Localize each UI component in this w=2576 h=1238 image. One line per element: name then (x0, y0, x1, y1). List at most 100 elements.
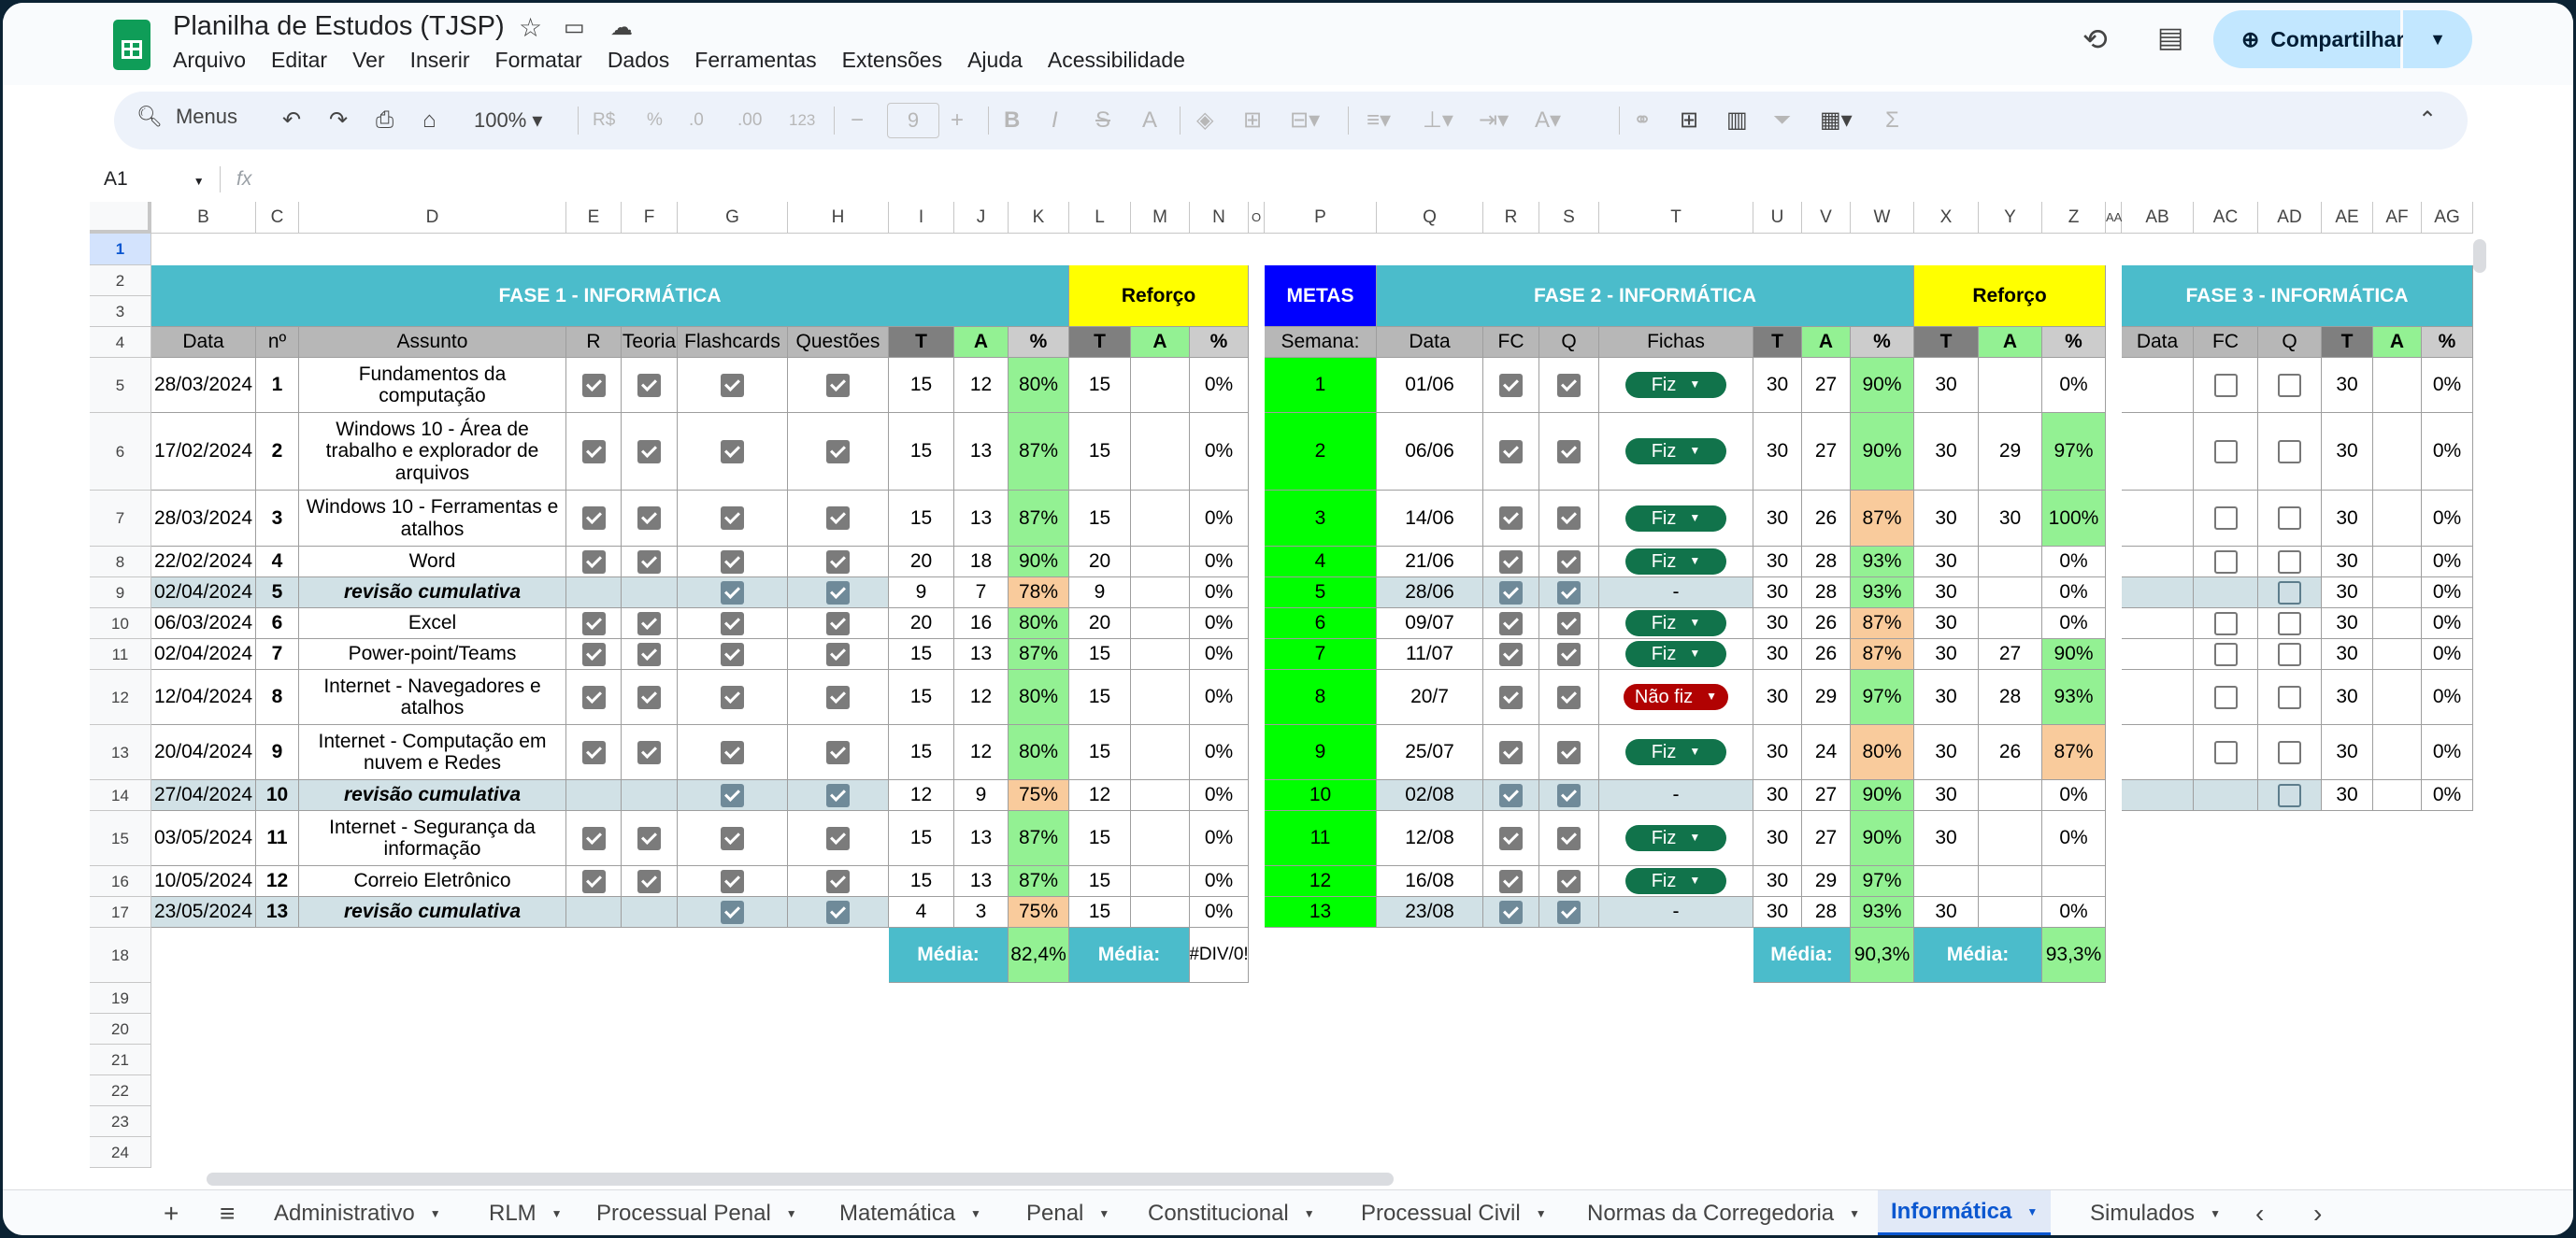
zoom-select[interactable]: 100% ▾ (474, 105, 542, 136)
checkbox[interactable] (721, 506, 744, 530)
menu-inserir[interactable]: Inserir (410, 48, 470, 73)
row-header-4[interactable]: 4 (90, 327, 151, 358)
checkbox[interactable] (2213, 439, 2238, 463)
insert-comment-icon[interactable]: ⊞ (1680, 105, 1698, 136)
add-sheet-icon[interactable]: + (164, 1190, 179, 1235)
checkbox[interactable] (826, 642, 850, 666)
row-header-15[interactable]: 15 (90, 811, 151, 866)
search-menus[interactable]: 🔍︎ Menus (136, 105, 237, 129)
checkbox[interactable] (721, 611, 744, 635)
checkbox[interactable] (1499, 439, 1523, 463)
fichas-dropdown[interactable]: Fiz ▼ (1625, 505, 1726, 532)
row-header-2[interactable]: 2 (90, 265, 151, 296)
column-header-w[interactable]: W (1851, 202, 1914, 234)
checkbox[interactable] (637, 549, 661, 574)
checkbox[interactable] (721, 826, 744, 850)
checkbox[interactable] (2278, 549, 2301, 574)
print-icon[interactable]: ⎙ (376, 105, 394, 136)
checkbox[interactable] (721, 642, 744, 666)
checkbox[interactable] (2213, 740, 2238, 764)
filter-icon[interactable]: ⏷ (1773, 105, 1791, 136)
sheet-tab-penal[interactable]: Penal ▼ (1026, 1190, 1109, 1235)
sheet-tab-processual-penal[interactable]: Processual Penal ▼ (596, 1190, 797, 1235)
checkbox[interactable] (721, 783, 744, 807)
checkbox[interactable] (826, 869, 850, 893)
checkbox[interactable] (2278, 685, 2301, 709)
checkbox[interactable] (581, 439, 606, 463)
row-header-1[interactable]: 1 (90, 234, 151, 265)
checkbox[interactable] (1557, 783, 1581, 807)
checkbox[interactable] (1499, 642, 1523, 666)
checkbox[interactable] (1557, 642, 1581, 666)
sheet-tab-administrativo[interactable]: Administrativo ▼ (274, 1190, 441, 1235)
checkbox[interactable] (581, 685, 606, 709)
sheet-tab-inform-tica[interactable]: Informática ▼ (1878, 1190, 2052, 1235)
checkbox[interactable] (1557, 549, 1581, 574)
column-header-i[interactable]: I (889, 202, 954, 234)
sheet-tab-constitucional[interactable]: Constitucional ▼ (1148, 1190, 1315, 1235)
checkbox[interactable] (826, 549, 850, 574)
sheet-tab-simulados[interactable]: Simulados ▼ (2090, 1190, 2221, 1235)
checkbox[interactable] (581, 611, 606, 635)
column-header-y[interactable]: Y (1979, 202, 2042, 234)
fichas-dropdown[interactable]: Fiz ▼ (1625, 610, 1726, 636)
checkbox[interactable] (1557, 373, 1581, 397)
row-header-13[interactable]: 13 (90, 725, 151, 780)
checkbox[interactable] (637, 506, 661, 530)
fichas-dropdown[interactable]: Fiz ▼ (1625, 372, 1726, 398)
row-header-18[interactable]: 18 (90, 928, 151, 983)
column-header-o[interactable]: O (1249, 202, 1265, 234)
row-header-14[interactable]: 14 (90, 780, 151, 811)
checkbox[interactable] (1499, 685, 1523, 709)
text-rotation-icon[interactable]: A▾ (1535, 105, 1561, 136)
row-header-9[interactable]: 9 (90, 577, 151, 608)
checkbox[interactable] (2213, 506, 2238, 530)
column-header-m[interactable]: M (1131, 202, 1190, 234)
increase-font-icon[interactable]: + (951, 105, 964, 136)
checkbox[interactable] (637, 826, 661, 850)
column-header-f[interactable]: F (622, 202, 678, 234)
redo-icon[interactable]: ↷ (329, 105, 348, 136)
menu-dados[interactable]: Dados (608, 48, 669, 73)
text-color-icon[interactable]: A (1142, 105, 1157, 136)
decrease-font-icon[interactable]: − (851, 105, 864, 136)
collapse-toolbar-icon[interactable]: ⌃ (2418, 105, 2437, 136)
scroll-tabs-right-icon[interactable]: › (2313, 1190, 2322, 1235)
checkbox[interactable] (1557, 685, 1581, 709)
column-header-l[interactable]: L (1069, 202, 1131, 234)
column-header-k[interactable]: K (1009, 202, 1069, 234)
sheet-tab-normas-da-corregedoria[interactable]: Normas da Corregedoria ▼ (1587, 1190, 1860, 1235)
history-icon[interactable]: ⟲ (2082, 21, 2108, 57)
checkbox[interactable] (826, 685, 850, 709)
decrease-decimal-button[interactable]: .0 (689, 105, 704, 136)
fichas-dropdown[interactable]: Fiz ▼ (1625, 438, 1726, 464)
comments-icon[interactable]: ▤ (2157, 21, 2183, 54)
column-header-x[interactable]: X (1914, 202, 1979, 234)
fichas-dropdown[interactable]: Fiz ▼ (1625, 641, 1726, 667)
checkbox[interactable] (721, 740, 744, 764)
checkbox[interactable] (1499, 506, 1523, 530)
checkbox[interactable] (1557, 740, 1581, 764)
checkbox[interactable] (1499, 869, 1523, 893)
checkbox[interactable] (1499, 549, 1523, 574)
strikethrough-icon[interactable]: S (1095, 105, 1110, 136)
paint-format-icon[interactable]: ⌂ (422, 105, 436, 136)
vertical-scrollbar[interactable] (2473, 239, 2486, 273)
checkbox[interactable] (721, 373, 744, 397)
checkbox[interactable] (637, 439, 661, 463)
column-header-r[interactable]: R (1483, 202, 1539, 234)
checkbox[interactable] (581, 506, 606, 530)
menu-extensões[interactable]: Extensões (842, 48, 942, 73)
row-header-7[interactable]: 7 (90, 491, 151, 547)
horizontal-align-icon[interactable]: ≡▾ (1367, 105, 1391, 136)
checkbox[interactable] (1557, 611, 1581, 635)
checkbox[interactable] (721, 869, 744, 893)
share-options-button[interactable]: ▼ (2403, 10, 2472, 68)
checkbox[interactable] (826, 611, 850, 635)
fichas-dropdown[interactable]: Fiz ▼ (1625, 548, 1726, 575)
row-header-23[interactable]: 23 (90, 1106, 151, 1137)
checkbox[interactable] (637, 740, 661, 764)
sheets-logo-icon[interactable] (113, 20, 150, 70)
column-header-ae[interactable]: AE (2322, 202, 2373, 234)
row-header-8[interactable]: 8 (90, 547, 151, 577)
